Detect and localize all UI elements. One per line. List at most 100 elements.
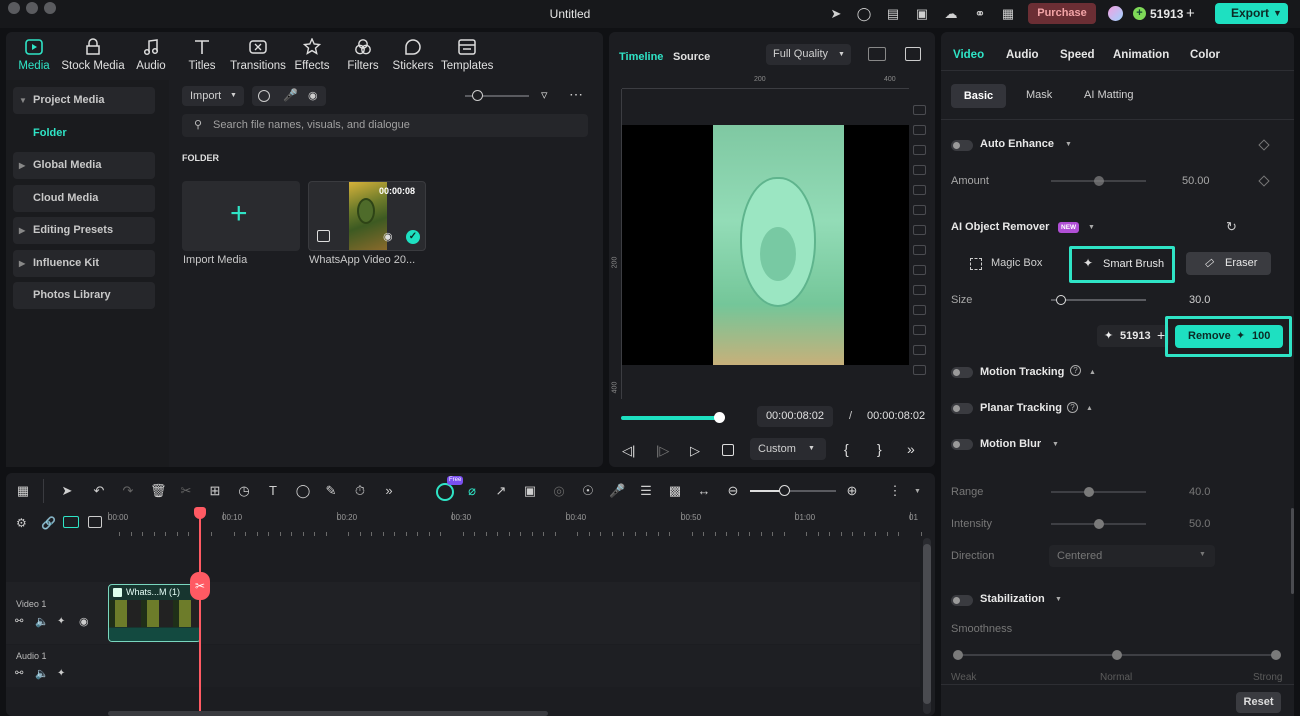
grid-view-icon[interactable] <box>868 47 886 61</box>
sidebar-item-project-media[interactable]: ▼ Project Media <box>13 87 155 114</box>
microphone-icon[interactable]: 🎤 <box>283 88 298 102</box>
delete-icon[interactable]: 🗑 <box>150 483 167 499</box>
color-match-icon[interactable]: ◯ <box>295 483 311 499</box>
crop-icon[interactable]: ⊞ <box>207 483 223 499</box>
pen-icon[interactable]: ✎ <box>323 483 339 499</box>
tab-animation[interactable]: Animation <box>1113 49 1169 61</box>
stabilization-toggle[interactable] <box>951 595 973 606</box>
auto-ripple-icon[interactable]: ⌀ <box>464 483 480 499</box>
eraser-button[interactable]: ▭ Eraser <box>1186 252 1271 275</box>
shield-icon[interactable]: ☉ <box>580 483 596 499</box>
fit-icon[interactable]: ↔ <box>696 483 712 499</box>
send-icon[interactable]: ➤ <box>828 6 844 22</box>
remove-button[interactable]: Remove ✦ 100 <box>1175 325 1283 348</box>
tab-effects[interactable]: Effects <box>294 38 330 72</box>
select-arrow-icon[interactable]: ➤ <box>59 483 75 499</box>
caret-up-icon[interactable]: ▲ <box>1086 405 1093 412</box>
timeline-zoom-slider[interactable] <box>750 485 836 496</box>
more-tools-icon[interactable]: » <box>381 483 397 499</box>
sidebar-item-folder[interactable]: Folder <box>33 127 67 139</box>
image-icon[interactable]: ▣ <box>522 483 538 499</box>
tab-color[interactable]: Color <box>1190 49 1220 61</box>
caret-down-icon[interactable]: ▼ <box>1088 224 1095 231</box>
settings-gear-icon[interactable]: ⚙ <box>16 516 27 530</box>
magic-wand-icon[interactable]: ✦ <box>57 616 65 627</box>
playhead-line[interactable] <box>199 510 201 716</box>
zoom-out-icon[interactable]: ⊖ <box>725 483 741 499</box>
reset-icon[interactable]: ↻ <box>1226 219 1237 235</box>
snap-icon[interactable] <box>63 516 79 528</box>
playhead-handle[interactable] <box>194 507 206 519</box>
direction-dropdown[interactable]: Centered ▼ <box>1049 545 1215 567</box>
motion-tracking-toggle[interactable] <box>951 367 973 378</box>
sidebar-item-global-media[interactable]: ▶ Global Media <box>13 152 155 179</box>
mark-in-icon[interactable]: { <box>844 441 849 457</box>
layout-grid-icon[interactable]: ▦ <box>15 483 31 499</box>
help-icon[interactable]: ? <box>1067 402 1078 413</box>
mark-out-icon[interactable]: } <box>877 441 882 457</box>
lock-icon[interactable]: ⚯ <box>15 668 23 679</box>
cut-icon[interactable]: ✂ <box>178 483 194 499</box>
auto-enhance-toggle[interactable] <box>951 140 973 151</box>
volume-icon[interactable]: 🔈 <box>35 667 49 680</box>
scrollbar-thumb[interactable] <box>923 544 931 704</box>
range-slider[interactable] <box>1051 487 1146 497</box>
zoom-in-icon[interactable]: ⊕ <box>844 483 860 499</box>
slider-knob[interactable] <box>1093 176 1104 186</box>
timer-icon[interactable]: ⏱ <box>352 483 368 499</box>
help-icon[interactable]: ? <box>1070 365 1081 376</box>
motion-blur-toggle[interactable] <box>951 439 973 450</box>
tab-source[interactable]: Source <box>673 51 710 63</box>
magic-box-button[interactable]: Magic Box <box>991 257 1042 269</box>
volume-icon[interactable]: 🔈 <box>35 615 49 628</box>
more-options-icon[interactable]: ⋯ <box>569 86 584 103</box>
tab-media[interactable]: Media <box>17 38 51 72</box>
search-field[interactable]: ⚲ Search file names, visuals, and dialog… <box>182 114 588 137</box>
text-icon[interactable]: T <box>265 483 281 499</box>
magic-wand-icon[interactable]: ✦ <box>57 668 65 679</box>
play-icon[interactable]: ▷ <box>690 443 700 459</box>
slider-knob[interactable] <box>472 90 483 101</box>
apps-grid-icon[interactable]: ▦ <box>1000 6 1016 22</box>
properties-scrollbar[interactable] <box>1291 508 1294 594</box>
timeline-horizontal-scrollbar[interactable] <box>108 711 548 716</box>
pip-icon[interactable]: ▩ <box>667 483 683 499</box>
slider-knob[interactable] <box>779 485 790 496</box>
import-dropdown[interactable]: Import ▼ <box>182 86 244 106</box>
tab-speed[interactable]: Speed <box>1060 49 1095 61</box>
tab-video[interactable]: Video <box>953 49 984 61</box>
purchase-button[interactable]: Purchase <box>1028 3 1096 24</box>
tab-templates[interactable]: Templates <box>441 38 493 72</box>
caret-down-icon[interactable]: ▼ <box>914 488 921 495</box>
redo-icon[interactable]: ↷ <box>120 483 136 499</box>
speed-icon[interactable]: ◷ <box>236 483 252 499</box>
quality-dropdown[interactable]: Full Quality ▼ <box>766 44 851 65</box>
chevron-down-icon[interactable]: ▼ <box>1273 3 1282 24</box>
ai-copilot-icon[interactable] <box>436 483 454 501</box>
caret-up-icon[interactable]: ▲ <box>1089 369 1096 376</box>
microphone-icon[interactable]: 🎤 <box>609 483 625 499</box>
subtab-basic[interactable]: Basic <box>951 84 1006 108</box>
add-track-icon[interactable] <box>88 516 102 528</box>
caret-down-icon[interactable]: ▼ <box>1055 596 1062 603</box>
smart-brush-button[interactable]: ✦ Smart Brush <box>1069 246 1175 283</box>
playback-progress[interactable] <box>621 412 725 423</box>
record-screen-icon[interactable] <box>258 90 270 102</box>
eye-icon[interactable]: ◉ <box>79 615 89 628</box>
tab-audio-props[interactable]: Audio <box>1006 49 1039 61</box>
sidebar-item-photos-library[interactable]: Photos Library <box>13 282 155 309</box>
track-settings-icon[interactable]: ⋮ <box>887 483 903 499</box>
intensity-slider[interactable] <box>1051 519 1146 529</box>
tab-audio[interactable]: Audio <box>134 38 168 72</box>
sidebar-item-cloud-media[interactable]: Cloud Media <box>13 185 155 212</box>
timeline-video-clip[interactable]: Whats...M (1) <box>108 584 201 642</box>
media-clip-card[interactable]: 00:00:08 ◉ ✓ <box>308 181 426 251</box>
search-input[interactable]: Search file names, visuals, and dialogue <box>213 119 410 131</box>
cloud-upload-icon[interactable]: ☁ <box>943 6 959 22</box>
headset-icon[interactable]: ⚭ <box>972 6 988 22</box>
tab-titles[interactable]: Titles <box>186 38 218 72</box>
slider-stop[interactable] <box>1112 650 1122 660</box>
slider-knob[interactable] <box>1055 295 1066 305</box>
subtab-ai-matting[interactable]: AI Matting <box>1084 89 1134 101</box>
slider-stop[interactable] <box>1271 650 1281 660</box>
